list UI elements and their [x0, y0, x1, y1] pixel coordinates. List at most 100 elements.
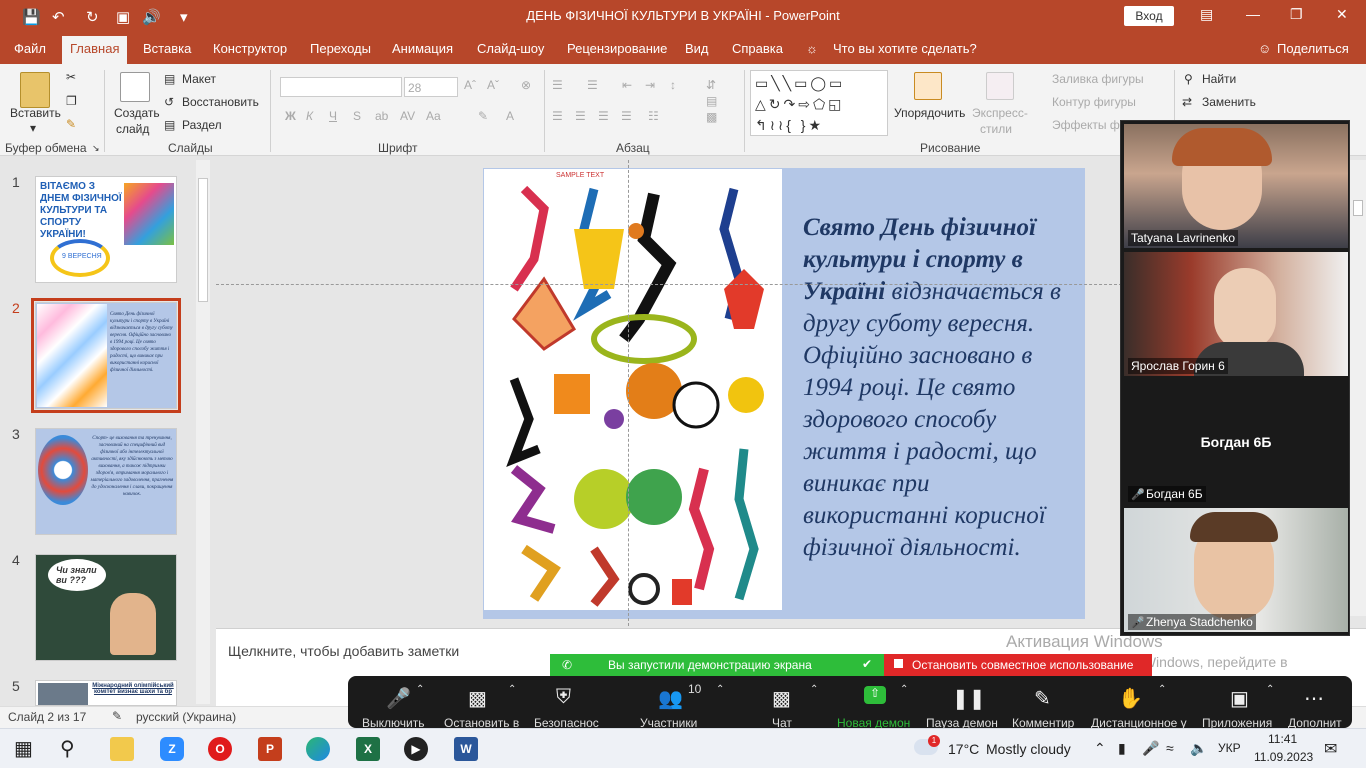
italic-icon[interactable]: К [306, 109, 313, 123]
sports-clipart-image[interactable]: SAMPLE TEXT [484, 169, 782, 610]
replace-button[interactable]: Заменить [1202, 95, 1256, 109]
tray-microphone-icon[interactable]: 🎤 [1142, 740, 1159, 757]
decrease-indent-icon[interactable]: ⇤ [622, 78, 632, 92]
scrollbar-thumb[interactable] [1353, 200, 1363, 216]
thumbnail-slide-2[interactable]: Свято День фізичної культури і спорту в … [31, 298, 181, 413]
paste-button[interactable]: Вставить [10, 106, 61, 120]
quick-styles-icon[interactable] [986, 72, 1014, 100]
more-icon[interactable]: ⋯ [1304, 686, 1324, 711]
word-icon[interactable]: W [454, 737, 478, 761]
pause-share-icon[interactable]: ❚❚ [952, 686, 986, 711]
align-center-icon[interactable]: ☰ [575, 109, 586, 123]
font-color-icon[interactable]: A [506, 109, 514, 123]
edge-icon[interactable] [306, 737, 330, 761]
restore-icon[interactable]: ❐ [1290, 6, 1303, 23]
columns-icon[interactable]: ☷ [648, 109, 659, 123]
line-spacing-icon[interactable]: ↕ [670, 78, 676, 92]
tab-transitions[interactable]: Переходы [310, 41, 371, 56]
participants-chevron[interactable]: ⌃ [716, 684, 724, 695]
participants-icon[interactable]: 👥 [658, 686, 683, 711]
ribbon-display-icon[interactable]: ▤ [1200, 6, 1213, 23]
notes-placeholder[interactable]: Щелкните, чтобы добавить заметки [228, 643, 459, 659]
layout-button[interactable]: Макет [182, 72, 216, 86]
format-painter-icon[interactable]: ✎ [66, 117, 76, 131]
thumbnails-scrollbar[interactable] [196, 160, 210, 704]
input-language[interactable]: УКР [1218, 741, 1241, 755]
apps-chevron[interactable]: ⌃ [1266, 684, 1274, 695]
numbering-icon[interactable]: ☰ [587, 78, 598, 92]
tab-design[interactable]: Конструктор [213, 41, 287, 56]
tell-me-input[interactable]: Что вы хотите сделать? [833, 41, 977, 56]
paste-dropdown-icon[interactable]: ▾ [30, 121, 36, 135]
thumbnail-slide-4[interactable]: Чи знали ви ??? [35, 554, 177, 661]
underline-icon[interactable]: Ч [329, 109, 337, 123]
cut-icon[interactable]: ✂ [66, 70, 76, 84]
tab-help[interactable]: Справка [732, 41, 783, 56]
slide-body-text[interactable]: Свято День фізичної культури і спорту в … [803, 212, 1073, 564]
apps-icon[interactable]: ▣ [1230, 686, 1249, 711]
bullets-icon[interactable]: ☰ [552, 78, 563, 92]
spellcheck-icon[interactable]: ✎ [112, 709, 122, 723]
copy-icon[interactable]: ❐ [66, 94, 77, 108]
zoom-app-icon[interactable]: Z [160, 737, 184, 761]
new-slide-button[interactable]: Создать [114, 106, 160, 120]
clear-format-icon[interactable]: ⊗ [521, 78, 531, 92]
media-player-icon[interactable]: ▶ [404, 737, 428, 761]
font-size-select[interactable]: 28 [404, 77, 458, 97]
tab-home[interactable]: Главная [62, 36, 128, 64]
stop-share-button[interactable]: Остановить совместное использование [884, 654, 1152, 676]
volume-icon[interactable]: 🔈 [1190, 740, 1207, 757]
shape-outline-button[interactable]: Контур фигуры [1052, 95, 1136, 109]
tab-review[interactable]: Рецензирование [567, 41, 667, 56]
remote-control-icon[interactable]: ✋ [1118, 686, 1143, 711]
language-status[interactable]: русский (Украина) [136, 710, 236, 724]
thumbnail-slide-3[interactable]: Спорт- це виховання та тренування, засно… [35, 428, 177, 535]
tab-file[interactable]: Файл [14, 41, 46, 56]
login-button[interactable]: Вход [1124, 6, 1174, 26]
arrange-icon[interactable] [914, 72, 942, 100]
shapes-gallery[interactable]: ▭╲╲▭◯▭ △↻↷⇨⬠◱ ↰≀≀{ }★ [750, 70, 888, 136]
thumbnail-slide-5[interactable]: Міжнародний олімпійський комітет визнає … [35, 680, 177, 706]
video-tile[interactable]: Zhenya Stadchenko 🎤 [1124, 508, 1348, 632]
text-direction-icon[interactable]: ⇵ [706, 78, 716, 92]
strikethrough-icon[interactable]: ab [375, 109, 388, 123]
powerpoint-icon[interactable]: P [258, 737, 282, 761]
increase-indent-icon[interactable]: ⇥ [645, 78, 655, 92]
tab-view[interactable]: Вид [685, 41, 709, 56]
shape-effects-button[interactable]: Эффекты фи [1052, 118, 1126, 132]
arrange-button[interactable]: Упорядочить [894, 106, 965, 120]
windows-start-icon[interactable]: ▦ [14, 737, 38, 761]
spacing-icon[interactable]: AV [400, 109, 415, 123]
mic-options-chevron[interactable]: ⌃ [416, 684, 424, 695]
section-button[interactable]: Раздел [182, 118, 222, 132]
search-icon[interactable]: ⚲ [60, 737, 84, 761]
tab-animations[interactable]: Анимация [392, 41, 453, 56]
quick-styles-button[interactable]: Экспресс- [972, 106, 1028, 120]
new-slide-icon[interactable] [120, 72, 150, 102]
weather-description[interactable]: Mostly cloudy [986, 741, 1071, 757]
opera-icon[interactable]: O [208, 737, 232, 761]
excel-icon[interactable]: X [356, 737, 380, 761]
chat-bubble-icon[interactable]: ▩ [772, 686, 791, 711]
remote-chevron[interactable]: ⌃ [1158, 684, 1166, 695]
case-icon[interactable]: Aa [426, 109, 441, 123]
share-button[interactable]: Поделиться [1277, 41, 1349, 56]
reset-button[interactable]: Восстановить [182, 95, 259, 109]
paste-icon[interactable] [20, 72, 50, 108]
weather-temp[interactable]: 17°C [948, 741, 979, 757]
increase-font-icon[interactable]: Aˆ [464, 78, 476, 92]
minimize-icon[interactable]: — [1246, 6, 1260, 22]
shape-fill-button[interactable]: Заливка фигуры [1052, 72, 1144, 86]
share-chevron[interactable]: ⌃ [900, 684, 908, 695]
video-tile[interactable]: Ярослав Горин 6 [1124, 252, 1348, 376]
video-tile[interactable]: Tatyana Lavrinenko [1124, 124, 1348, 248]
clock-date[interactable]: 11.09.2023 [1254, 750, 1313, 764]
quick-styles-label[interactable]: стили [980, 122, 1012, 136]
chat-chevron[interactable]: ⌃ [810, 684, 818, 695]
thumbnail-slide-1[interactable]: ВІТАЄМО З ДНЕМ ФІЗИЧНОЇ КУЛЬТУРИ ТА СПОР… [35, 176, 177, 283]
tray-chevron-icon[interactable]: ⌃ [1094, 740, 1106, 757]
tab-slideshow[interactable]: Слайд-шоу [477, 41, 544, 56]
shadow-icon[interactable]: S [353, 109, 361, 123]
clipboard-launcher-icon[interactable]: ↘ [92, 143, 100, 154]
microphone-icon[interactable]: 🎤 [386, 686, 411, 711]
